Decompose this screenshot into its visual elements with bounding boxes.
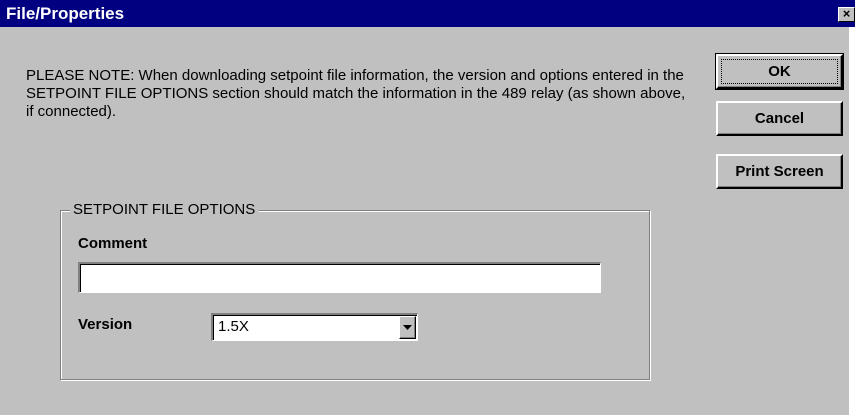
window-title: File/Properties <box>6 4 125 23</box>
comment-field[interactable] <box>78 262 601 293</box>
setpoint-file-options-group <box>60 210 650 380</box>
group-title: SETPOINT FILE OPTIONS <box>70 201 260 219</box>
print-screen-button-label: Print Screen <box>735 163 824 180</box>
close-button[interactable]: × <box>838 7 855 22</box>
ok-button-label: OK <box>768 63 791 80</box>
ok-button[interactable]: OK <box>715 53 844 90</box>
chevron-down-icon <box>403 325 412 330</box>
cancel-button-label: Cancel <box>754 110 805 127</box>
note-text: PLEASE NOTE: When downloading setpoint f… <box>26 67 686 120</box>
cancel-button[interactable]: Cancel <box>716 101 843 136</box>
title-bar: File/Properties × <box>0 0 855 27</box>
print-screen-button[interactable]: Print Screen <box>716 154 843 189</box>
comment-label: Comment <box>78 235 148 252</box>
properties-dialog: File/Properties × PLEASE NOTE: When down… <box>0 0 855 415</box>
dropdown-button[interactable] <box>399 316 416 339</box>
window-edge <box>849 27 855 415</box>
version-label: Version <box>78 316 133 333</box>
close-icon: × <box>842 7 851 21</box>
version-value: 1.5X <box>218 318 249 335</box>
version-select[interactable]: 1.5X <box>211 313 418 341</box>
